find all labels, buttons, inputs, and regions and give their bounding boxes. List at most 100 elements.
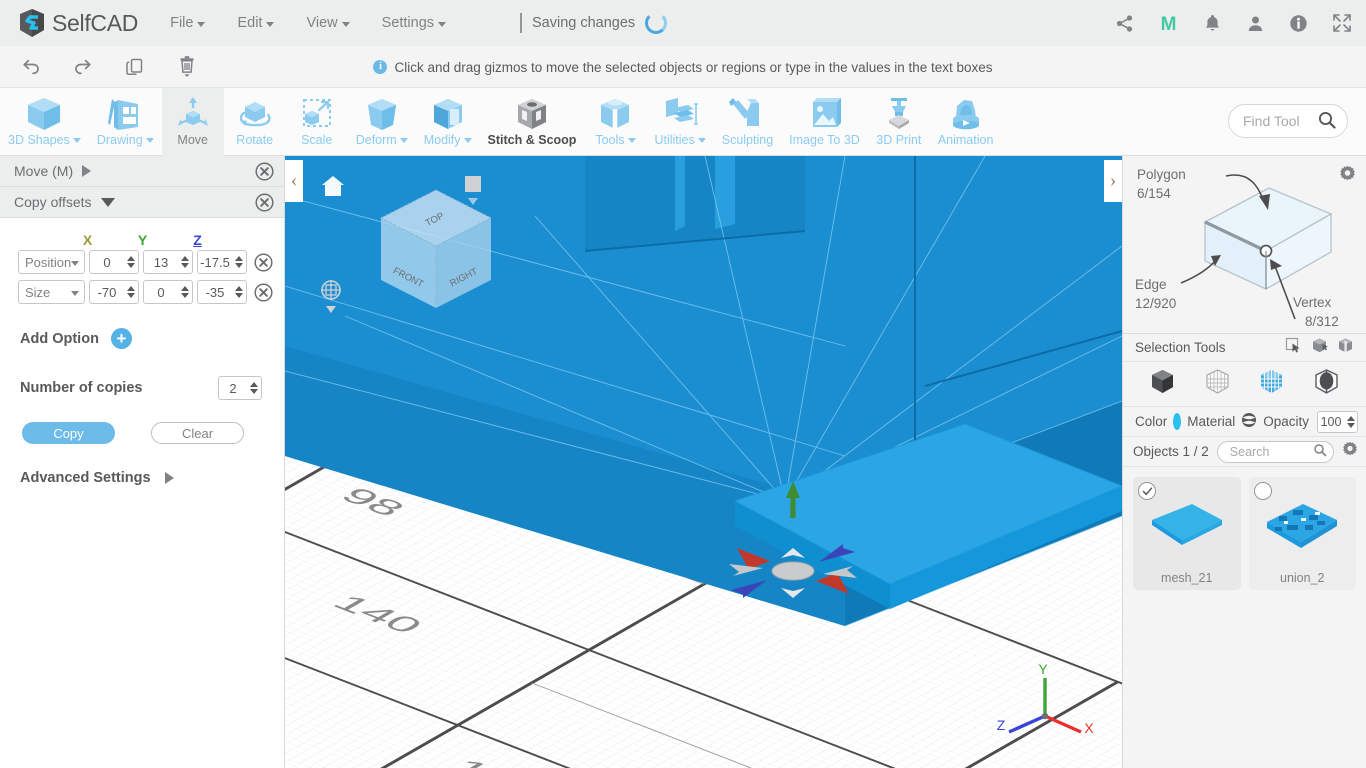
tool-3d-shapes[interactable]: 3D Shapes <box>0 88 89 156</box>
collapse-left-panel-button[interactable]: ‹ <box>285 160 303 202</box>
object-selected-checkbox[interactable] <box>1253 482 1272 500</box>
position-x-field[interactable] <box>89 250 139 274</box>
size-z-field[interactable] <box>197 280 247 304</box>
status-divider <box>520 13 522 33</box>
tool-modify[interactable]: Modify <box>416 88 480 156</box>
polygon-mode-icon[interactable] <box>1258 368 1285 400</box>
menu-settings[interactable]: Settings <box>381 15 447 31</box>
tool-utilities[interactable]: Utilities <box>646 88 713 156</box>
3d-viewport[interactable]: 98 140 180 150 80 140 <box>285 156 1122 768</box>
chevron-down-icon <box>197 21 206 27</box>
myminifactory-icon[interactable]: M <box>1158 13 1179 34</box>
size-y-input[interactable] <box>144 281 178 303</box>
box-select-icon[interactable] <box>1311 337 1328 359</box>
fullscreen-icon[interactable] <box>1332 13 1352 33</box>
copy-button[interactable]: Copy <box>22 422 115 444</box>
color-swatch[interactable] <box>1173 413 1182 430</box>
menu-view[interactable]: View <box>306 15 350 31</box>
object-card-union-2[interactable]: union_2 <box>1248 477 1356 590</box>
mesh-info-settings-gear-icon[interactable] <box>1339 165 1356 187</box>
undo-icon[interactable] <box>18 54 44 80</box>
stepper-position-y[interactable] <box>178 256 191 268</box>
remove-position-row-icon[interactable] <box>254 252 273 272</box>
brand-logo[interactable]: SelfCAD <box>18 8 138 38</box>
add-option-button[interactable]: + <box>110 328 132 349</box>
chevron-down-icon[interactable] <box>100 197 115 207</box>
opacity-field[interactable] <box>1317 410 1358 433</box>
position-x-input[interactable] <box>90 251 124 273</box>
delete-icon[interactable] <box>174 54 200 80</box>
size-z-input[interactable] <box>198 281 232 303</box>
menu-edit[interactable]: Edit <box>237 15 275 31</box>
stepper-size-y[interactable] <box>178 286 191 298</box>
tool-stitch-scoop[interactable]: Stitch & Scoop <box>480 88 585 156</box>
info-icon[interactable] <box>1289 14 1308 33</box>
tool-tools-label: Tools <box>595 133 625 147</box>
advanced-settings-toggle[interactable]: Advanced Settings <box>20 470 284 486</box>
account-icon[interactable] <box>1246 14 1265 33</box>
size-x-field[interactable] <box>89 280 139 304</box>
tool-rotate[interactable]: Rotate <box>224 88 286 156</box>
position-y-input[interactable] <box>144 251 178 273</box>
polygon-label: Polygon <box>1137 167 1186 182</box>
close-icon[interactable] <box>255 161 274 181</box>
stepper-size-x[interactable] <box>124 286 137 298</box>
vertex-mode-icon[interactable] <box>1204 368 1231 400</box>
position-y-field[interactable] <box>143 250 193 274</box>
object-selected-checkbox[interactable] <box>1138 482 1156 500</box>
tool-move[interactable]: Move <box>161 88 224 156</box>
share-icon[interactable] <box>1115 14 1134 33</box>
menu-settings-label: Settings <box>381 15 435 31</box>
redo-icon[interactable] <box>70 54 96 80</box>
loop-select-icon[interactable] <box>1337 337 1354 359</box>
svg-text:Y: Y <box>1038 661 1048 677</box>
tool-animation[interactable]: Animation <box>930 88 1002 156</box>
size-x-input[interactable] <box>90 281 124 303</box>
size-y-field[interactable] <box>143 280 193 304</box>
edge-mode-icon[interactable] <box>1313 368 1340 400</box>
offset-mode-label-position: Position <box>25 254 72 270</box>
remove-size-row-icon[interactable] <box>254 282 273 302</box>
objects-search-input[interactable]: Search <box>1216 440 1334 463</box>
stepper-number-of-copies[interactable] <box>247 382 260 394</box>
image-to-3d-icon <box>803 94 847 134</box>
object-card-mesh-21[interactable]: mesh_21 <box>1133 477 1241 590</box>
stepper-position-z[interactable] <box>232 256 245 268</box>
duplicate-icon[interactable] <box>122 54 148 80</box>
selection-mode-row <box>1123 362 1366 407</box>
material-icon[interactable] <box>1241 412 1257 431</box>
clear-button[interactable]: Clear <box>151 422 244 444</box>
stepper-size-z[interactable] <box>232 286 245 298</box>
number-of-copies-field[interactable] <box>218 376 262 400</box>
object-mode-icon[interactable] <box>1149 368 1176 400</box>
tool-tools[interactable]: Tools <box>584 88 646 156</box>
stepper-position-x[interactable] <box>124 256 137 268</box>
objects-settings-gear-icon[interactable] <box>1342 441 1358 462</box>
axis-label-y: Y <box>137 232 148 248</box>
tool-3d-print[interactable]: 3D Print <box>868 88 930 156</box>
offset-mode-select-position[interactable]: Position <box>18 250 85 274</box>
rect-select-icon[interactable] <box>1285 337 1302 359</box>
tool-drawing[interactable]: Drawing <box>89 88 162 156</box>
find-tool-input[interactable]: Find Tool <box>1228 104 1348 138</box>
tool-scale[interactable]: Scale <box>286 88 348 156</box>
svg-text:X: X <box>1084 720 1094 736</box>
close-icon[interactable] <box>255 192 274 212</box>
position-z-field[interactable] <box>197 250 247 274</box>
stepper-opacity[interactable] <box>1344 415 1357 428</box>
chevron-down-icon <box>266 21 275 27</box>
bell-icon[interactable] <box>1203 13 1222 33</box>
menu-file[interactable]: File <box>170 15 206 31</box>
saving-status-label: Saving changes <box>532 15 636 31</box>
tool-image-to-3d-label: Image To 3D <box>789 133 860 147</box>
opacity-input[interactable] <box>1318 411 1344 432</box>
chevron-right-icon[interactable] <box>82 165 92 177</box>
tool-image-to-3d[interactable]: Image To 3D <box>781 88 868 156</box>
collapse-right-panel-button[interactable]: › <box>1104 160 1122 202</box>
number-of-copies-input[interactable] <box>219 377 247 399</box>
tool-sculpting[interactable]: Sculpting <box>714 88 781 156</box>
tool-deform[interactable]: Deform <box>348 88 416 156</box>
chevron-down-icon <box>463 137 472 143</box>
offset-mode-select-size[interactable]: Size <box>18 280 85 304</box>
position-z-input[interactable] <box>198 251 232 273</box>
